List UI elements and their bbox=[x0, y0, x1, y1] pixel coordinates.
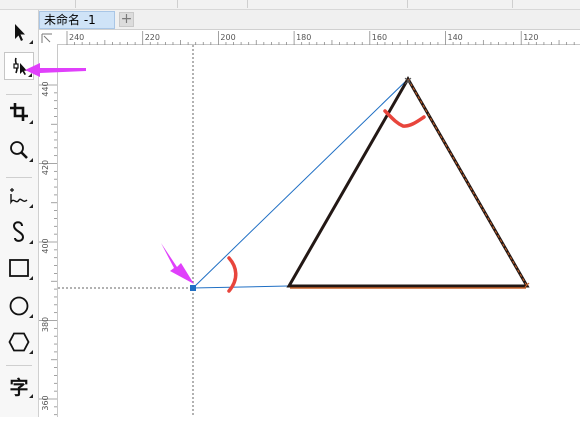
selected-node-handle[interactable] bbox=[190, 285, 196, 291]
ruler-label: 240 bbox=[69, 33, 84, 42]
vertical-ruler[interactable]: 440 420 400 380 360 bbox=[39, 44, 58, 417]
top-strip-segment bbox=[247, 0, 408, 8]
top-strip-segment bbox=[407, 0, 513, 8]
freehand-icon bbox=[10, 188, 28, 205]
ruler-origin[interactable] bbox=[39, 30, 58, 45]
ruler-origin-icon bbox=[41, 33, 52, 43]
drawing-canvas[interactable] bbox=[58, 45, 580, 417]
ruler-label: 420 bbox=[41, 160, 50, 175]
ruler-label: 120 bbox=[523, 33, 538, 42]
toolbox-divider bbox=[6, 365, 32, 366]
freehand-tool[interactable] bbox=[4, 182, 34, 210]
ellipse-tool[interactable] bbox=[4, 292, 34, 320]
flyout-corner bbox=[29, 40, 33, 44]
ruler-label: 380 bbox=[41, 317, 50, 332]
crop-tool[interactable] bbox=[4, 98, 34, 126]
new-document-tab-button[interactable]: + bbox=[119, 12, 134, 27]
flyout-corner bbox=[29, 120, 33, 124]
toolbox-divider bbox=[6, 94, 32, 95]
flyout-corner bbox=[29, 158, 33, 162]
toolbox-divider bbox=[6, 177, 32, 178]
annotation-arrow-canvas bbox=[161, 243, 194, 284]
ruler-label: 200 bbox=[220, 33, 235, 42]
top-strip-segment bbox=[75, 0, 178, 8]
ruler-label: 160 bbox=[372, 33, 387, 42]
top-strip-segment bbox=[0, 0, 76, 8]
flyout-corner bbox=[29, 240, 33, 244]
blue-construction-lines[interactable] bbox=[191, 78, 409, 289]
text-icon: 字 bbox=[9, 376, 29, 399]
curve-s-icon bbox=[12, 221, 25, 242]
top-strip-segment bbox=[177, 0, 248, 8]
flyout-corner bbox=[29, 276, 33, 280]
rectangle-tool[interactable] bbox=[4, 254, 34, 282]
flyout-corner bbox=[29, 314, 33, 318]
crop-icon bbox=[10, 103, 28, 121]
document-tab-bar: 未命名 -1 + bbox=[39, 10, 580, 30]
ruler-label: 440 bbox=[41, 81, 50, 96]
horizontal-ruler[interactable]: 240 220 200 180 160 140 120 bbox=[57, 30, 580, 45]
hexagon-icon bbox=[8, 332, 30, 352]
magnifier-icon bbox=[10, 141, 28, 159]
angle-annotation-left bbox=[227, 256, 238, 293]
ellipse-icon bbox=[9, 296, 29, 316]
angle-annotation-top bbox=[383, 109, 426, 128]
annotation-arrow-toolbox bbox=[25, 63, 86, 77]
top-menu-strip bbox=[0, 0, 580, 10]
text-tool[interactable]: 字 bbox=[4, 372, 34, 400]
drawing-surface bbox=[58, 45, 530, 417]
ruler-label: 180 bbox=[296, 33, 311, 42]
flyout-corner bbox=[29, 394, 33, 398]
ruler-label: 220 bbox=[145, 33, 160, 42]
flyout-corner bbox=[29, 204, 33, 208]
rectangle-icon bbox=[9, 259, 29, 277]
zoom-tool[interactable] bbox=[4, 136, 34, 164]
horizontal-ruler-scale: 240 220 200 180 160 140 120 bbox=[66, 31, 575, 45]
vertical-ruler-scale: 440 420 400 380 360 bbox=[39, 81, 57, 416]
ruler-label: 360 bbox=[41, 395, 50, 410]
ruler-label: 400 bbox=[41, 238, 50, 253]
pick-tool[interactable] bbox=[4, 18, 34, 46]
triangle-shape[interactable] bbox=[286, 75, 530, 288]
polygon-tool[interactable] bbox=[4, 328, 34, 356]
ruler-label: 140 bbox=[448, 33, 463, 42]
arrow-pointer-icon bbox=[15, 24, 25, 41]
artistic-media-tool[interactable] bbox=[4, 218, 34, 246]
flyout-corner bbox=[29, 350, 33, 354]
document-tab[interactable]: 未命名 -1 bbox=[39, 11, 115, 29]
